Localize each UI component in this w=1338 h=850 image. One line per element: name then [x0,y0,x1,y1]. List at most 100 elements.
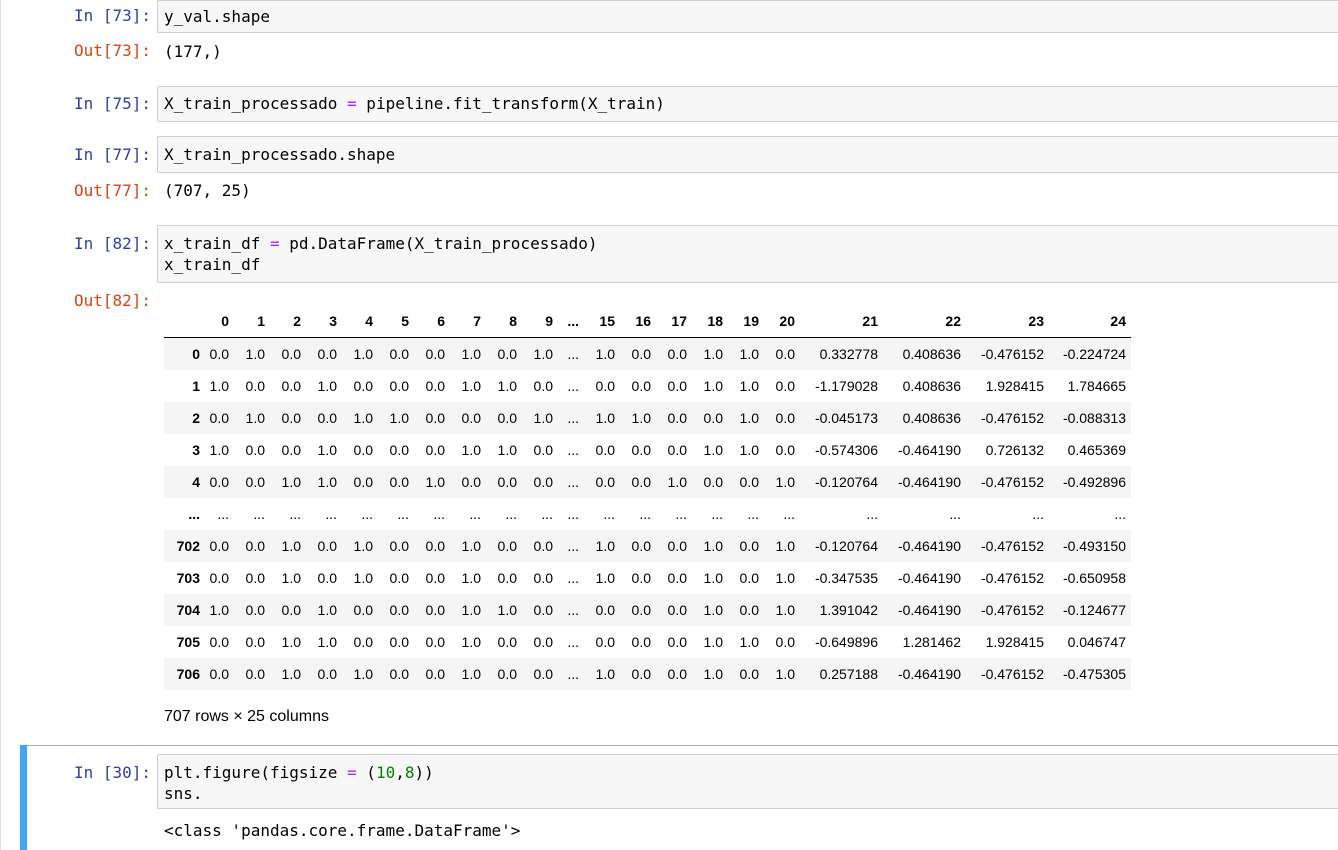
table-cell: 0.0 [209,346,229,362]
table-cell: 1.0 [595,410,615,426]
column-header: 22 [945,313,961,329]
table-cell: 1.0 [631,410,651,426]
table-cell: 1.0 [703,634,723,650]
output-73: (177,) [164,42,222,61]
code-cell-77[interactable]: X_train_processado.shape [157,136,1338,173]
code-text: pipeline.fit_transform(X_train) [356,94,665,113]
table-cell: 0.0 [317,410,337,426]
table-cell: -0.476152 [980,410,1044,426]
table-cell: 0.0 [667,538,687,554]
table-cell: 0.0 [497,410,517,426]
table-cell: 1.0 [317,442,337,458]
table-cell: 0.0 [317,346,337,362]
table-cell: 1.0 [461,378,481,394]
column-header: 18 [707,313,723,329]
table-cell: 0.0 [353,634,373,650]
table-cell: 1.0 [425,474,445,490]
table-cell: ... [866,506,878,522]
table-cell: ... [949,506,961,522]
column-header: 21 [862,313,878,329]
table-cell: 0.0 [209,570,229,586]
table-row: 704 1.0 0.0 0.0 1.0 0.0 0.0 0.0 1.0 1.0 0.0... 0.0 0… [164,594,1131,626]
table-cell: 0.0 [245,442,265,458]
table-cell: ... [567,378,579,394]
table-cell: 1.0 [703,442,723,458]
table-cell: 1.784665 [1067,378,1126,394]
table-cell: 0.0 [425,570,445,586]
table-cell: ... [289,506,301,522]
table-cell: 0.0 [425,410,445,426]
table-cell: 0.0 [497,538,517,554]
table-cell: ... [325,506,337,522]
output-30: <class 'pandas.core.frame.DataFrame'> [164,821,521,840]
table-cell: 0.0 [425,442,445,458]
output-77: (707, 25) [164,181,251,200]
table-cell: 1.0 [461,346,481,362]
table-cell: 0.0 [209,538,229,554]
table-cell: ... [567,666,579,682]
table-cell: 0.0 [425,346,445,362]
table-row: 706 0.0 0.0 1.0 0.0 1.0 0.0 0.0 1.0 0.0 0.0... 1.0 0… [164,658,1131,690]
table-cell: -0.120764 [814,474,878,490]
notebook-left-border [0,0,1,850]
table-cell: 1.0 [775,602,795,618]
table-cell: 0.0 [631,474,651,490]
table-cell: 0.0 [631,442,651,458]
code-cell-82[interactable]: x_train_df = pd.DataFrame(X_train_proces… [157,225,1338,283]
table-cell: 0.0 [533,474,553,490]
table-cell: 1.0 [353,570,373,586]
column-header: 19 [743,313,759,329]
table-cell: 0.0 [317,570,337,586]
table-cell: 1.0 [533,346,553,362]
code-cell-75[interactable]: X_train_processado = pipeline.fit_transf… [157,86,1338,122]
table-cell: 0.0 [317,666,337,682]
assign-operator: = [347,94,357,113]
row-index: 703 [176,570,200,586]
table-row: 3 1.0 0.0 0.0 1.0 0.0 0.0 0.0 1.0 1.0 0.0... 0.0 0.0… [164,434,1131,466]
table-cell: 1.0 [461,634,481,650]
table-cell: 0.0 [245,602,265,618]
table-cell: 0.0 [281,410,301,426]
table-cell: 0.0 [533,666,553,682]
table-cell: 1.0 [317,634,337,650]
code-line-1: plt.figure(figsize = (10,8)) [164,762,1338,783]
table-cell: 1.0 [281,538,301,554]
in-prompt-30: In [30]: [73,763,151,782]
table-cell: -0.124677 [1062,602,1126,618]
table-cell: -0.476152 [980,538,1044,554]
table-cell: ... [783,506,795,522]
table-cell: -0.475305 [1062,666,1126,682]
table-cell: 0.0 [533,378,553,394]
table-cell: -0.120764 [814,538,878,554]
table-cell: 0.0 [209,666,229,682]
table-cell: ... [469,506,481,522]
table-cell: ... [253,506,265,522]
table-cell: -0.574306 [814,442,878,458]
table-cell: 0.0 [425,634,445,650]
table-cell: 0.0 [703,410,723,426]
row-index: 2 [192,410,200,426]
table-cell: 1.0 [703,538,723,554]
code-cell-30[interactable]: plt.figure(figsize = (10,8)) sns. [157,754,1338,809]
column-header: 6 [437,313,445,329]
table-cell: 1.0 [775,474,795,490]
table-cell: 0.726132 [985,442,1044,458]
column-header: 24 [1110,313,1126,329]
code-line-2: sns. [164,784,203,803]
table-cell: 0.0 [245,666,265,682]
table-cell: 0.0 [631,602,651,618]
table-cell: ... [1032,506,1044,522]
table-cell: ... [675,506,687,522]
table-cell: 0.0 [595,634,615,650]
column-header: 2 [293,313,301,329]
code-text: x_train_df [164,234,270,253]
code-text: X_train_processado [164,94,348,113]
row-index: 0 [192,346,200,362]
code-cell-73[interactable]: y_val.shape [157,0,1338,33]
table-row: 4 0.0 0.0 1.0 1.0 0.0 0.0 1.0 0.0 0.0 0.0... 0.0 0.0… [164,466,1131,498]
column-header: 9 [545,313,553,329]
table-cell: -0.476152 [980,602,1044,618]
notebook: In [73]: y_val.shape Out[73]: (177,) In … [0,0,1338,850]
table-cell: 1.928415 [985,378,1044,394]
column-header: 7 [473,313,481,329]
